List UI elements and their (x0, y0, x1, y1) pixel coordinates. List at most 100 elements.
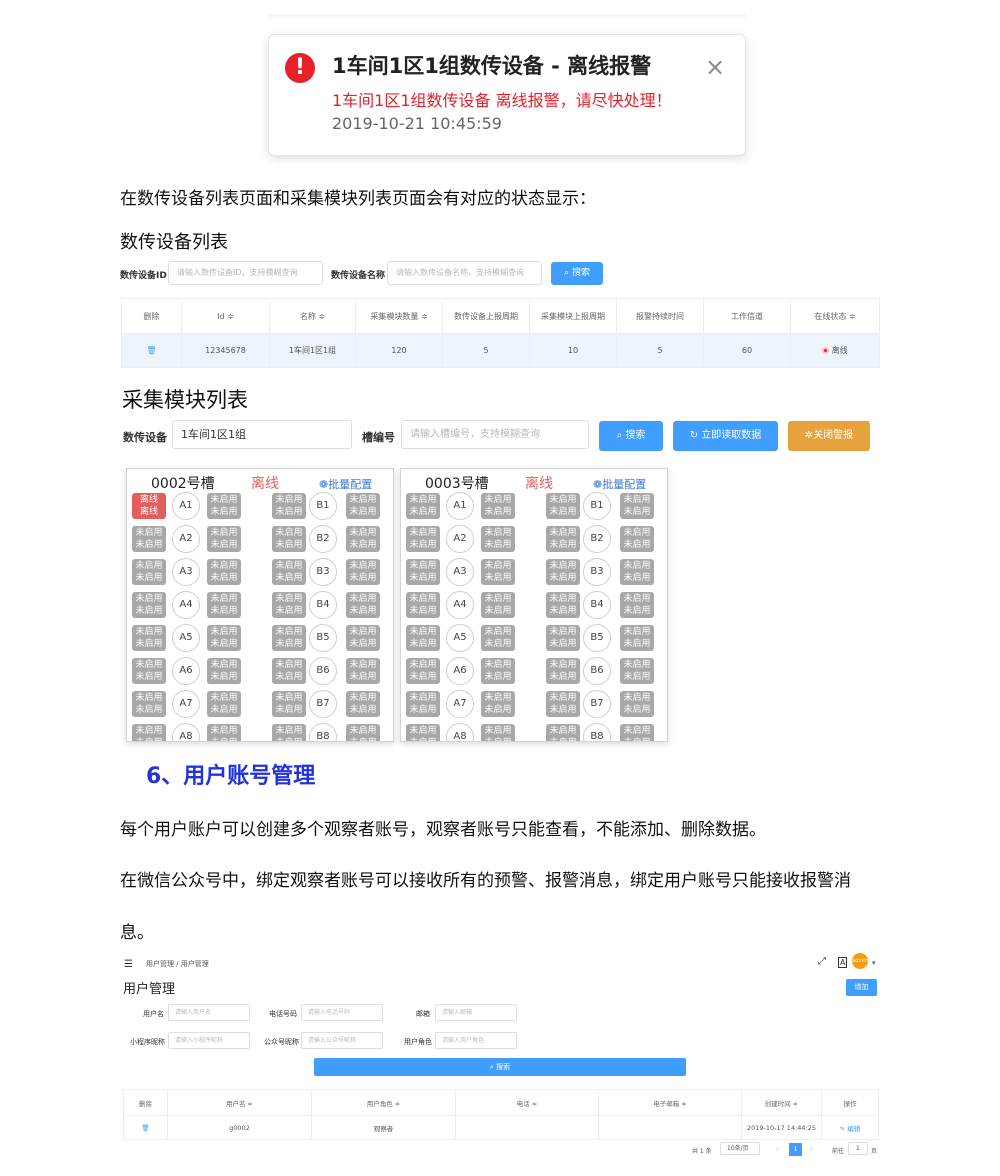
slot-position[interactable]: A8 (172, 723, 200, 741)
column-header[interactable]: 创建时间 ≑ (741, 1089, 822, 1116)
disabled-chip[interactable]: 未启用未启用 (481, 658, 515, 684)
slot-position[interactable]: A4 (172, 591, 200, 619)
role-input[interactable]: 请输入用户角色 (435, 1032, 517, 1049)
disabled-chip[interactable]: 未启用未启用 (481, 493, 515, 519)
disabled-chip[interactable]: 未启用未启用 (406, 493, 440, 519)
slot-position[interactable]: B3 (309, 558, 337, 586)
disabled-chip[interactable]: 未启用未启用 (132, 724, 166, 741)
slot-position[interactable]: A2 (172, 525, 200, 553)
column-header[interactable]: 用户角色 ≑ (311, 1089, 456, 1116)
slot-position[interactable]: A6 (172, 657, 200, 685)
disabled-chip[interactable]: 未启用未启用 (546, 493, 580, 519)
user-search-button[interactable]: ⌕ 搜索 (314, 1058, 686, 1076)
column-header[interactable]: 在线状态 ≑ (790, 298, 880, 334)
disabled-chip[interactable]: 未启用未启用 (132, 592, 166, 618)
disabled-chip[interactable]: 未启用未启用 (132, 658, 166, 684)
slot-position[interactable]: B6 (309, 657, 337, 685)
page-number-current[interactable]: 1 (789, 1143, 802, 1156)
slot-position[interactable]: B1 (309, 492, 337, 520)
column-header[interactable]: 电子邮箱 ≑ (598, 1089, 742, 1116)
disabled-chip[interactable]: 未启用未启用 (272, 493, 306, 519)
disabled-chip[interactable]: 未启用未启用 (620, 691, 654, 717)
page-size-select[interactable]: 10条/页 (720, 1142, 760, 1155)
disabled-chip[interactable]: 未启用未启用 (346, 625, 380, 651)
table-row[interactable]: 🗑 12345678 1车间1区1组 120 5 10 5 60 离线 (121, 333, 880, 368)
read-data-button[interactable]: ↻ 立即读取数据 (673, 421, 778, 451)
disabled-chip[interactable]: 未启用未启用 (546, 559, 580, 585)
disabled-chip[interactable]: 未启用未启用 (272, 658, 306, 684)
slot-position[interactable]: B3 (583, 558, 611, 586)
disabled-chip[interactable]: 未启用未启用 (346, 691, 380, 717)
trash-icon[interactable]: 🗑 (123, 1115, 168, 1140)
menu-toggle-icon[interactable]: ☰ (124, 959, 133, 970)
disabled-chip[interactable]: 未启用未启用 (272, 526, 306, 552)
slot-position[interactable]: A3 (172, 558, 200, 586)
close-alarm-button[interactable]: ✲关闭警报 (788, 421, 870, 451)
font-size-icon[interactable]: A (838, 957, 848, 968)
fullscreen-icon[interactable]: ⤢ (818, 956, 826, 967)
disabled-chip[interactable]: 未启用未启用 (406, 625, 440, 651)
disabled-chip[interactable]: 未启用未启用 (132, 526, 166, 552)
slot-position[interactable]: B7 (583, 690, 611, 718)
username-input[interactable]: 请输入用户名 (168, 1004, 250, 1021)
slot-position[interactable]: A2 (446, 525, 474, 553)
disabled-chip[interactable]: 未启用未启用 (481, 691, 515, 717)
email-input[interactable]: 请输入邮箱 (435, 1004, 517, 1021)
disabled-chip[interactable]: 未启用未启用 (272, 691, 306, 717)
disabled-chip[interactable]: 未启用未启用 (406, 592, 440, 618)
column-header[interactable]: 采集模块数量 ≑ (355, 298, 443, 334)
slot-position[interactable]: A7 (446, 690, 474, 718)
trash-icon[interactable]: 🗑 (121, 333, 182, 368)
column-header[interactable]: 用户名 ≑ (167, 1089, 312, 1116)
disabled-chip[interactable]: 未启用未启用 (346, 592, 380, 618)
disabled-chip[interactable]: 未启用未启用 (481, 724, 515, 741)
disabled-chip[interactable]: 未启用未启用 (546, 658, 580, 684)
column-header[interactable]: 名称 ≑ (269, 298, 356, 334)
goto-page-input[interactable]: 1 (848, 1142, 868, 1155)
disabled-chip[interactable]: 未启用未启用 (272, 724, 306, 741)
disabled-chip[interactable]: 未启用未启用 (272, 559, 306, 585)
slot-position[interactable]: B2 (583, 525, 611, 553)
slot-position[interactable]: B1 (583, 492, 611, 520)
disabled-chip[interactable]: 未启用未启用 (546, 625, 580, 651)
slot-position[interactable]: B5 (583, 624, 611, 652)
disabled-chip[interactable]: 未启用未启用 (207, 724, 241, 741)
chevron-down-icon[interactable]: ▾ (872, 959, 876, 967)
disabled-chip[interactable]: 未启用未启用 (346, 658, 380, 684)
disabled-chip[interactable]: 未启用未启用 (620, 592, 654, 618)
slot-position[interactable]: B6 (583, 657, 611, 685)
disabled-chip[interactable]: 未启用未启用 (406, 526, 440, 552)
add-button[interactable]: 增加 (846, 979, 877, 996)
slot-position[interactable]: B2 (309, 525, 337, 553)
filter-id-input[interactable]: 请输入数传设备ID，支持模糊查询 (168, 261, 323, 285)
official-account-input[interactable]: 请输入公众号昵称 (301, 1032, 383, 1049)
slot-position[interactable]: A5 (446, 624, 474, 652)
disabled-chip[interactable]: 未启用未启用 (481, 526, 515, 552)
slot-position[interactable]: B4 (309, 591, 337, 619)
disabled-chip[interactable]: 未启用未启用 (546, 592, 580, 618)
disabled-chip[interactable]: 未启用未启用 (406, 559, 440, 585)
disabled-chip[interactable]: 未启用未启用 (620, 559, 654, 585)
column-header[interactable]: 电话 ≑ (455, 1089, 599, 1116)
disabled-chip[interactable]: 未启用未启用 (132, 559, 166, 585)
disabled-chip[interactable]: 未启用未启用 (207, 658, 241, 684)
offline-chip[interactable]: 离线 离线 (132, 493, 166, 519)
disabled-chip[interactable]: 未启用未启用 (346, 493, 380, 519)
disabled-chip[interactable]: 未启用未启用 (620, 526, 654, 552)
module-search-button[interactable]: ⌕ 搜索 (599, 421, 663, 451)
slot-position[interactable]: A3 (446, 558, 474, 586)
next-page-icon[interactable]: › (810, 1145, 813, 1153)
disabled-chip[interactable]: 未启用未启用 (207, 493, 241, 519)
edit-button[interactable]: ✎ 编辑 (821, 1115, 879, 1140)
column-header[interactable]: Id ≑ (181, 298, 270, 334)
prev-page-icon[interactable]: ‹ (776, 1145, 779, 1153)
disabled-chip[interactable]: 未启用未启用 (207, 592, 241, 618)
disabled-chip[interactable]: 未启用未启用 (207, 526, 241, 552)
disabled-chip[interactable]: 未启用未启用 (406, 658, 440, 684)
slot-position[interactable]: A4 (446, 591, 474, 619)
phone-input[interactable]: 请输入电话号码 (301, 1004, 383, 1021)
disabled-chip[interactable]: 未启用未启用 (546, 691, 580, 717)
disabled-chip[interactable]: 未启用未启用 (346, 724, 380, 741)
module-slot-input[interactable]: 请输入槽编号，支持模糊查询 (401, 420, 589, 449)
disabled-chip[interactable]: 未启用未启用 (207, 625, 241, 651)
